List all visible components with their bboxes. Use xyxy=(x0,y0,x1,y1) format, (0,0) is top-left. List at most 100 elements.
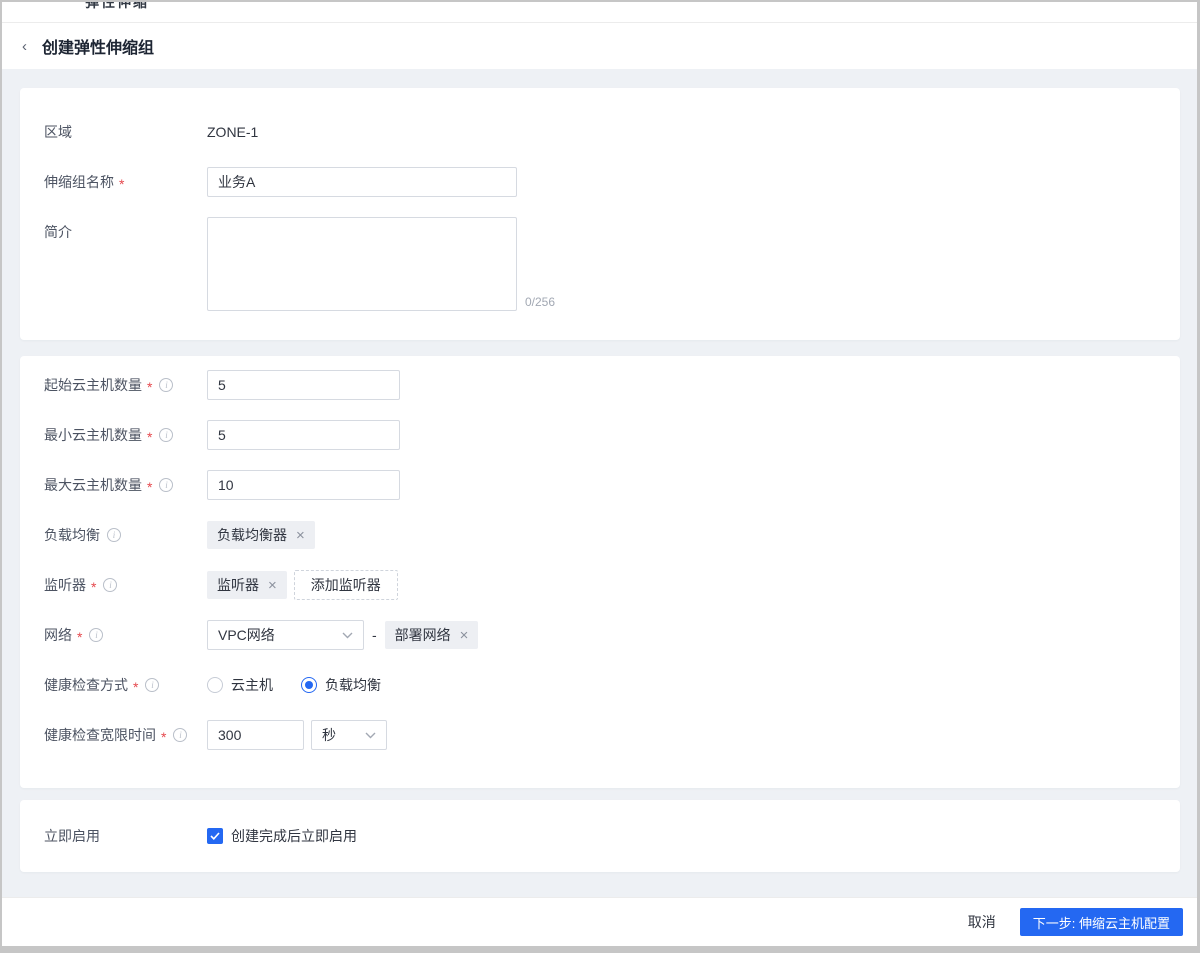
health-check-mode-label: 健康检查方式 * i xyxy=(44,670,207,700)
network-dash-separator: - xyxy=(372,627,377,643)
info-icon[interactable]: i xyxy=(159,378,174,392)
enable-label: 立即启用 xyxy=(44,821,207,851)
listener-row: 监听器 * i 监听器 × 添加监听器 xyxy=(44,570,1156,600)
scaling-config-card: 起始云主机数量 * i 最小云主机数量 * i 最大云主机数量 * i xyxy=(20,356,1180,788)
listener-tag: 监听器 × xyxy=(207,571,287,599)
description-field-wrap: 0/256 xyxy=(207,217,555,311)
radio-selected-icon[interactable] xyxy=(301,677,317,693)
load-balancer-tag: 负载均衡器 × xyxy=(207,521,315,549)
load-balancer-label-text: 负载均衡 xyxy=(44,527,100,543)
remove-tag-icon[interactable]: × xyxy=(460,628,469,643)
chevron-down-icon xyxy=(342,632,353,639)
info-icon[interactable]: i xyxy=(107,528,121,542)
radio-option-lb[interactable]: 负载均衡 xyxy=(301,675,381,695)
min-count-label: 最小云主机数量 * i xyxy=(44,420,207,450)
char-counter: 0/256 xyxy=(525,295,556,309)
info-icon[interactable]: i xyxy=(159,428,174,442)
required-asterisk: * xyxy=(147,379,153,395)
health-check-mode-row: 健康检查方式 * i 云主机 负载均衡 xyxy=(44,670,1156,700)
required-asterisk: * xyxy=(147,479,153,495)
remove-tag-icon[interactable]: × xyxy=(296,528,305,543)
footer-action-bar: 取消 下一步: 伸缩云主机配置 xyxy=(2,897,1197,946)
basic-info-card: 区域 ZONE-1 伸缩组名称 * 简介 0/256 xyxy=(20,88,1180,340)
grace-unit-select[interactable]: 秒 xyxy=(311,720,387,750)
remove-tag-icon[interactable]: × xyxy=(268,578,277,593)
network-label-text: 网络 xyxy=(44,627,72,643)
zone-row: 区域 ZONE-1 xyxy=(44,117,1156,147)
network-label: 网络 * i xyxy=(44,620,207,650)
health-check-radio-group: 云主机 负载均衡 xyxy=(207,675,409,695)
add-listener-button[interactable]: 添加监听器 xyxy=(293,570,398,600)
info-icon[interactable]: i xyxy=(159,478,174,492)
initial-count-input[interactable] xyxy=(207,370,400,400)
health-check-mode-label-text: 健康检查方式 xyxy=(44,677,128,693)
min-count-input[interactable] xyxy=(207,420,400,450)
clipped-text-fragment: 弹性伸缩 xyxy=(85,2,149,10)
description-textarea[interactable] xyxy=(207,217,517,311)
form-content: 区域 ZONE-1 伸缩组名称 * 简介 0/256 xyxy=(2,69,1197,897)
zone-value: ZONE-1 xyxy=(207,124,259,140)
grace-period-label-text: 健康检查宽限时间 xyxy=(44,727,156,743)
initial-count-label-text: 起始云主机数量 xyxy=(44,377,142,393)
info-icon[interactable]: i xyxy=(89,628,104,642)
min-count-label-text: 最小云主机数量 xyxy=(44,427,142,443)
group-name-input[interactable] xyxy=(207,167,517,197)
enable-card: 立即启用 创建完成后立即启用 xyxy=(20,800,1180,872)
required-asterisk: * xyxy=(91,579,97,595)
initial-count-label: 起始云主机数量 * i xyxy=(44,370,207,400)
group-name-label: 伸缩组名称 * xyxy=(44,167,207,197)
network-select[interactable]: VPC网络 xyxy=(207,620,364,650)
description-row: 简介 0/256 xyxy=(44,217,1156,311)
group-name-row: 伸缩组名称 * xyxy=(44,167,1156,197)
enable-row: 立即启用 创建完成后立即启用 xyxy=(44,821,1156,851)
chevron-down-icon xyxy=(365,732,376,739)
listener-tag-text: 监听器 xyxy=(217,577,259,593)
info-icon[interactable]: i xyxy=(145,678,160,692)
description-label-text: 简介 xyxy=(44,224,72,240)
max-count-input[interactable] xyxy=(207,470,400,500)
next-step-button[interactable]: 下一步: 伸缩云主机配置 xyxy=(1019,908,1183,936)
deploy-network-tag-text: 部署网络 xyxy=(394,627,451,643)
network-row: 网络 * i VPC网络 - 部署网络 × xyxy=(44,620,1156,650)
description-label: 简介 xyxy=(44,217,207,242)
listener-label: 监听器 * i xyxy=(44,570,207,600)
max-count-label-text: 最大云主机数量 xyxy=(44,477,142,493)
grace-period-label: 健康检查宽限时间 * i xyxy=(44,720,207,750)
group-name-label-text: 伸缩组名称 xyxy=(44,174,114,190)
radio-option-vm[interactable]: 云主机 xyxy=(207,675,273,695)
enable-checkbox-label: 创建完成后立即启用 xyxy=(231,828,357,844)
required-asterisk: * xyxy=(161,729,167,745)
load-balancer-row: 负载均衡 i 负载均衡器 × xyxy=(44,520,1156,550)
top-clipped-strip: 弹性伸缩 xyxy=(2,2,1197,23)
load-balancer-label: 负载均衡 i xyxy=(44,520,207,550)
radio-option-lb-label: 负载均衡 xyxy=(325,677,381,693)
page-header: ‹ 创建弹性伸缩组 xyxy=(2,23,1197,69)
enable-label-text: 立即启用 xyxy=(44,828,100,844)
max-count-label: 最大云主机数量 * i xyxy=(44,470,207,500)
max-count-row: 最大云主机数量 * i xyxy=(44,470,1156,500)
app-window: 弹性伸缩 ‹ 创建弹性伸缩组 区域 ZONE-1 伸缩组名称 * 业务A 简介 … xyxy=(2,2,1197,946)
required-asterisk: * xyxy=(77,629,83,645)
radio-unselected-icon[interactable] xyxy=(207,677,223,693)
listener-label-text: 监听器 xyxy=(44,577,86,593)
radio-option-vm-label: 云主机 xyxy=(231,677,273,693)
grace-unit-value: 秒 xyxy=(322,727,336,743)
load-balancer-tag-text: 负载均衡器 xyxy=(217,527,287,543)
required-asterisk: * xyxy=(133,679,139,695)
initial-count-row: 起始云主机数量 * i xyxy=(44,370,1156,400)
checkbox-checked-icon[interactable] xyxy=(207,828,223,844)
required-asterisk: * xyxy=(119,176,125,192)
grace-period-row: 健康检查宽限时间 * i 秒 xyxy=(44,720,1156,750)
grace-period-input[interactable] xyxy=(207,720,304,750)
network-select-value: VPC网络 xyxy=(218,627,275,643)
required-asterisk: * xyxy=(147,429,153,445)
info-icon[interactable]: i xyxy=(173,728,188,742)
cancel-button[interactable]: 取消 xyxy=(958,906,1006,938)
min-count-row: 最小云主机数量 * i xyxy=(44,420,1156,450)
deploy-network-tag: 部署网络 × xyxy=(384,621,479,649)
zone-label-text: 区域 xyxy=(44,124,72,140)
enable-checkbox-row: 创建完成后立即启用 xyxy=(207,826,357,846)
back-icon[interactable]: ‹ xyxy=(22,39,27,54)
page-title: 创建弹性伸缩组 xyxy=(42,40,155,57)
info-icon[interactable]: i xyxy=(103,578,118,592)
